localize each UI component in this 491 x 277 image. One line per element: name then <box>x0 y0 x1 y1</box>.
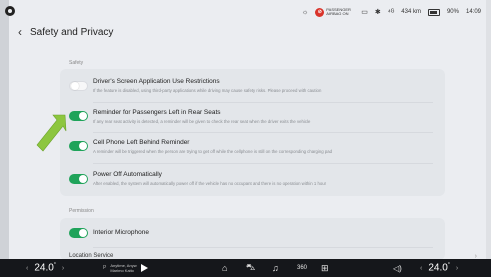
media-player: P Anytime, Anyw Marimo Kaito <box>103 259 148 277</box>
setting-description: If any rear seat activity is detected, a… <box>93 119 311 124</box>
battery-icon <box>427 8 440 16</box>
play-icon[interactable] <box>140 264 148 272</box>
safety-card: Driver's Screen Application Use Restrict… <box>60 69 445 196</box>
back-icon[interactable]: ‹ <box>18 26 22 38</box>
right-climate: ‹ 24.0° › <box>420 259 458 277</box>
signal-icon: ⁴ᴳ <box>387 8 395 16</box>
setting-title: Cell Phone Left Behind Reminder <box>93 139 190 146</box>
camera-360-icon[interactable]: 360 <box>297 259 307 277</box>
right-temperature[interactable]: 24.0° <box>428 262 449 273</box>
range-text: 434 km <box>401 9 421 15</box>
setting-title: Interior Microphone <box>93 229 149 236</box>
page-header: ‹ Safety and Privacy <box>18 26 113 38</box>
right-temp-down-icon[interactable]: ‹ <box>420 265 422 272</box>
auto-power-off-toggle[interactable] <box>69 174 88 184</box>
left-climate: ‹ 24.0° › <box>26 259 64 277</box>
left-temp-up-icon[interactable]: › <box>62 265 64 272</box>
airbag-icon: ⊘ <box>315 7 325 17</box>
microphone-toggle[interactable] <box>69 228 88 238</box>
setting-row-auto-power-off: Power Off Automatically After enabled, t… <box>60 163 445 193</box>
home-icon[interactable]: ⌂ <box>222 259 227 277</box>
setting-row-phone-reminder: Cell Phone Left Behind Reminder A remind… <box>60 132 445 162</box>
apps-grid-icon[interactable]: ⊞ <box>321 259 329 277</box>
screen-restrictions-toggle[interactable] <box>69 81 88 91</box>
settings-screen: ☼ ⊘ PASSENGER AIRBAG ON ▭ ✱ ⁴ᴳ 434 km 90… <box>0 0 491 277</box>
track-artist: Marimo Kaito <box>110 268 134 273</box>
right-temp-up-icon[interactable]: › <box>456 265 458 272</box>
battery-percent: 90% <box>446 9 459 15</box>
rear-seat-reminder-toggle[interactable] <box>69 111 88 121</box>
divider <box>93 247 433 248</box>
permission-card: Interior Microphone <box>60 218 445 260</box>
setting-description: If the feature is disabled, using third-… <box>93 88 322 93</box>
setting-row-microphone: Interior Microphone <box>60 218 445 246</box>
setting-description: After enabled, the system will automatic… <box>93 181 327 186</box>
left-gutter <box>0 0 9 277</box>
airbag-indicator: ⊘ PASSENGER AIRBAG ON <box>315 7 354 17</box>
airbag-status-text: PASSENGER AIRBAG ON <box>326 7 351 16</box>
setting-description: A reminder will be triggered when the pe… <box>93 149 333 154</box>
section-label-safety: Safety <box>69 60 84 66</box>
left-temperature[interactable]: 24.0° <box>34 262 55 273</box>
page-title: Safety and Privacy <box>30 26 114 38</box>
volume-icon[interactable]: ◁) <box>393 259 402 277</box>
right-gutter <box>486 0 491 277</box>
left-temp-down-icon[interactable]: ‹ <box>26 265 28 272</box>
setting-title: Reminder for Passengers Left in Rear Sea… <box>93 109 221 116</box>
track-info[interactable]: Anytime, Anyw Marimo Kaito <box>110 263 136 273</box>
setting-title: Driver's Screen Application Use Restrict… <box>93 78 220 85</box>
bottom-dock: ‹ 24.0° › P Anytime, Anyw Marimo Kaito ⌂… <box>0 259 491 277</box>
setting-row-rear-seat-reminder: Reminder for Passengers Left in Rear Sea… <box>60 102 445 132</box>
camera-icon: ▭ <box>361 9 368 16</box>
phone-reminder-toggle[interactable] <box>69 141 88 151</box>
pointer-arrow-icon <box>36 114 67 152</box>
section-label-permission: Permission <box>69 208 94 214</box>
car-icon[interactable]: ⛍ <box>246 259 255 277</box>
setting-title: Power Off Automatically <box>93 171 162 178</box>
status-bar: ☼ ⊘ PASSENGER AIRBAG ON ▭ ✱ ⁴ᴳ 434 km 90… <box>302 6 481 18</box>
clock: 14:09 <box>465 9 481 15</box>
gear-indicator: P <box>103 265 107 271</box>
setting-row-screen-restrictions: Driver's Screen Application Use Restrict… <box>60 69 445 99</box>
sentry-icon: ☼ <box>301 8 309 16</box>
bluetooth-icon: ✱ <box>374 9 381 16</box>
system-indicator-icon <box>5 6 15 16</box>
music-icon[interactable]: ♫ <box>272 259 279 277</box>
